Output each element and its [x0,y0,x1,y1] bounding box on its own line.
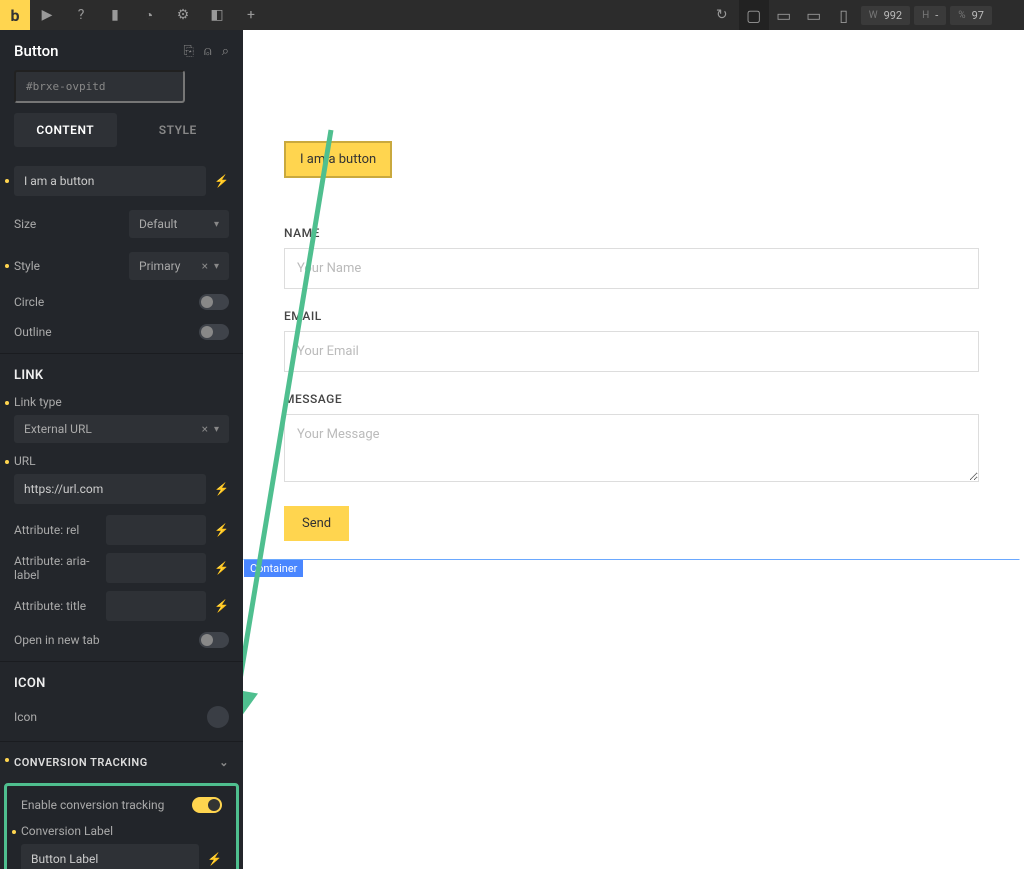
new-tab-toggle[interactable] [199,632,229,648]
inspector-sidebar: Button ⎘ ⍝ ⌕ CONTENT STYLE ⚡ Size Defaul… [0,30,243,869]
conversion-tracking-title[interactable]: CONVERSION TRACKING ⌄ [0,742,243,777]
dynamic-icon[interactable]: ⚡ [214,523,229,537]
link-type-select[interactable]: External URL×▾ [14,415,229,443]
conversion-label-title: Conversion Label [7,820,236,844]
new-tab-row: Open in new tab [0,625,243,655]
enable-ct-toggle[interactable] [192,797,222,813]
enable-ct-row: Enable conversion tracking [7,790,236,820]
preview-button[interactable]: I am a button [284,141,392,178]
top-toolbar: b ▶ ? ▮ ◔ ⚙ ◧ + ↻ ▢ ▭ ▭ ▯ W992 H- %97 [0,0,1024,30]
email-input[interactable] [284,331,979,372]
mouse-icon[interactable]: ⍝ [204,44,212,59]
link-section-title: LINK [0,354,243,391]
dynamic-icon[interactable]: ⚡ [214,174,229,188]
tab-content[interactable]: CONTENT [14,113,117,147]
search-icon[interactable]: ⌕ [222,44,229,59]
device-tablet-landscape-icon[interactable]: ▭ [799,0,829,30]
dynamic-icon[interactable]: ⚡ [214,561,229,575]
message-label: MESSAGE [284,392,979,406]
container-tag[interactable]: Container [244,560,303,577]
button-text-row: ⚡ [0,159,243,203]
circle-toggle[interactable] [199,294,229,310]
clipboard-icon[interactable]: ▮ [98,7,132,23]
icon-section-title: ICON [0,662,243,699]
conversion-label-input[interactable] [21,844,199,869]
preview-canvas: I am a button NAME EMAIL MESSAGE Send Co… [243,30,1024,869]
icon-picker[interactable] [207,706,229,728]
app-logo[interactable]: b [0,0,30,30]
size-select[interactable]: Default▾ [129,210,229,238]
element-title: Button [14,42,59,60]
button-text-input[interactable] [14,166,206,196]
attr-aria-row: Attribute: aria-label ⚡ [0,549,243,587]
style-row: Style Primary×▾ [0,245,243,287]
attr-rel-input[interactable] [106,515,206,545]
name-input[interactable] [284,248,979,289]
url-label: URL [0,450,243,474]
style-select[interactable]: Primary×▾ [129,252,229,280]
pin-icon[interactable]: ⎘ [184,44,194,59]
attr-title-input[interactable] [106,591,206,621]
dynamic-icon[interactable]: ⚡ [214,482,229,496]
url-input[interactable] [14,474,206,504]
icon-row: Icon [0,699,243,735]
settings-icon[interactable]: ⚙ [166,7,200,23]
dynamic-icon[interactable]: ⚡ [207,852,222,866]
device-tablet-icon[interactable]: ▯ [829,0,859,30]
attr-title-row: Attribute: title ⚡ [0,587,243,625]
size-row: Size Default▾ [0,203,243,245]
help-icon[interactable]: ? [64,7,98,23]
conversion-tracking-panel: Enable conversion tracking Conversion La… [4,783,239,869]
circle-row: Circle [0,287,243,317]
zoom-readout: %97 [950,6,992,25]
refresh-icon[interactable]: ↻ [705,7,739,23]
outline-toggle[interactable] [199,324,229,340]
width-readout: W992 [861,6,910,25]
attr-aria-input[interactable] [106,553,206,583]
chevron-down-icon: ⌄ [219,756,229,769]
link-type-label: Link type [0,391,243,415]
email-label: EMAIL [284,309,979,323]
attr-rel-row: Attribute: rel ⚡ [0,511,243,549]
dynamic-icon[interactable]: ⚡ [214,599,229,613]
device-desktop-icon[interactable]: ▭ [769,0,799,30]
history-icon[interactable]: ◔ [132,7,166,24]
send-button[interactable]: Send [284,506,349,541]
height-readout: H- [914,6,946,25]
element-id-field[interactable] [14,70,185,103]
play-icon[interactable]: ▶ [30,7,64,23]
add-icon[interactable]: + [234,7,268,23]
code-icon[interactable]: ◧ [200,7,234,23]
name-label: NAME [284,226,979,240]
tab-style[interactable]: STYLE [127,113,230,147]
message-input[interactable] [284,414,979,482]
device-fullscreen-icon[interactable]: ▢ [739,0,769,30]
outline-row: Outline [0,317,243,347]
